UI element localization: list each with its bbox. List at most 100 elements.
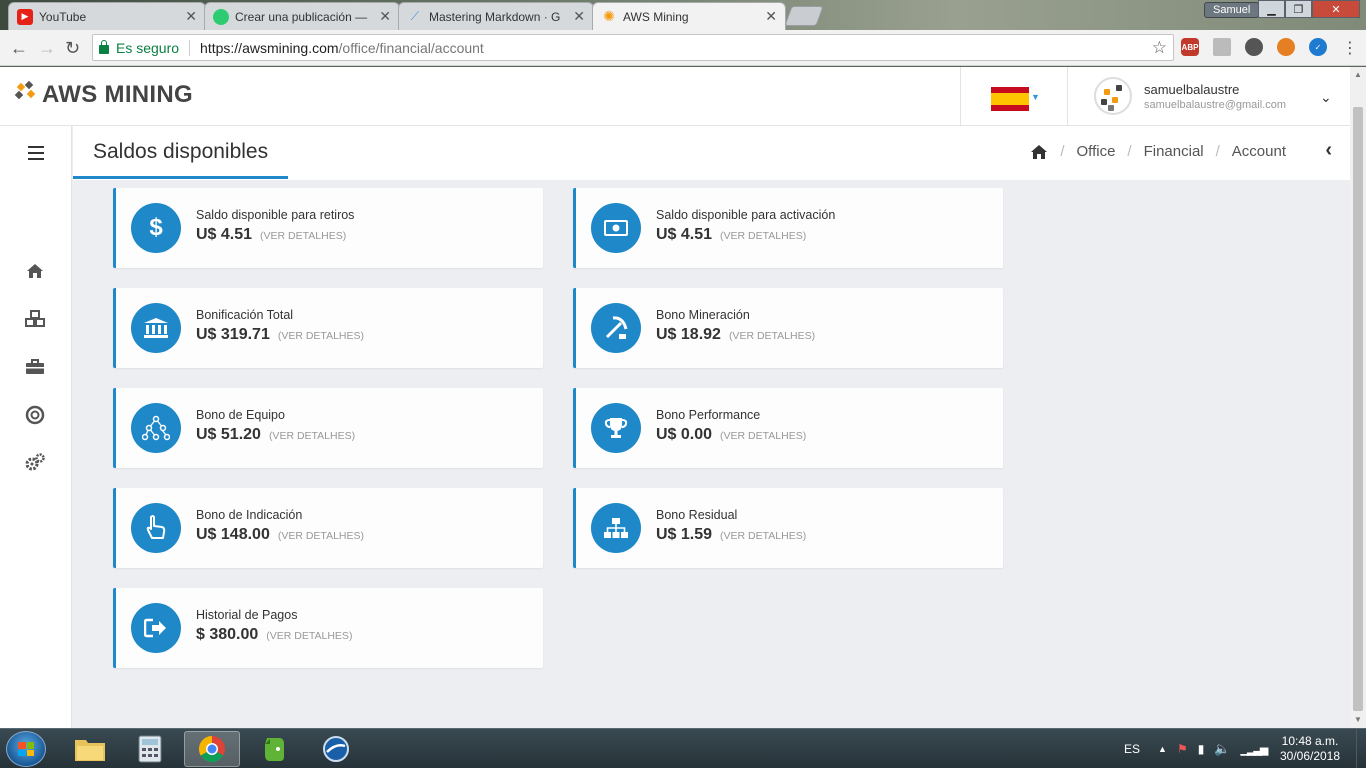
taskbar-file-explorer[interactable] bbox=[62, 731, 118, 767]
hamburger-menu-icon[interactable] bbox=[28, 146, 44, 164]
action-center-icon[interactable]: ⚑ bbox=[1177, 742, 1188, 756]
window-controls: ▁ ❐ ✕ bbox=[1258, 0, 1360, 18]
tab-crear-publicacion[interactable]: Crear una publicación — ✕ bbox=[204, 2, 400, 30]
balance-card-withdrawal: $ Saldo disponible para retiros U$ 4.51 (… bbox=[113, 188, 543, 268]
ghost-favicon-icon bbox=[213, 8, 229, 25]
tab-title: AWS Mining bbox=[623, 9, 689, 24]
tab-aws-mining[interactable]: ✺ AWS Mining ✕ bbox=[592, 2, 786, 30]
view-details-link[interactable]: (VER DETALHES) bbox=[260, 230, 346, 242]
url-host: https://awsmining.com bbox=[200, 39, 339, 56]
system-clock[interactable]: 10:48 a.m. 30/06/2018 bbox=[1270, 734, 1350, 764]
balance-card-mining-bonus: Bono Mineración U$ 18.92 (VER DETALHES) bbox=[573, 288, 1003, 368]
restore-button[interactable]: ❐ bbox=[1285, 0, 1312, 18]
taskbar-chrome[interactable] bbox=[184, 731, 240, 767]
bookmark-star-icon[interactable]: ☆ bbox=[1152, 38, 1167, 58]
balance-card-team-bonus: Bono de Equipo U$ 51.20 (VER DETALHES) bbox=[113, 388, 543, 468]
close-window-button[interactable]: ✕ bbox=[1312, 0, 1360, 18]
lock-icon bbox=[99, 40, 109, 54]
language-selector[interactable]: ▼ bbox=[960, 67, 1068, 126]
aws-mining-favicon-icon: ✺ bbox=[603, 8, 615, 24]
sidebar-item-support[interactable] bbox=[24, 404, 46, 426]
user-menu[interactable]: samuelbalaustre samuelbalaustre@gmail.co… bbox=[1094, 77, 1286, 115]
taskbar-evernote[interactable] bbox=[246, 731, 302, 767]
balance-card-referral-bonus: Bono de Indicación U$ 148.00 (VER DETALHE… bbox=[113, 488, 543, 568]
home-icon[interactable] bbox=[1030, 144, 1048, 160]
forward-arrow-icon[interactable]: → bbox=[38, 38, 56, 59]
scroll-up-arrow-icon[interactable]: ▲ bbox=[1354, 70, 1362, 79]
scroll-thumb[interactable] bbox=[1353, 107, 1363, 711]
windows-logo-icon bbox=[18, 742, 34, 756]
taskbar-network-app[interactable] bbox=[308, 731, 364, 767]
view-details-link[interactable]: (VER DETALHES) bbox=[278, 530, 364, 542]
tab-mastering-markdown[interactable]: ⟋ Mastering Markdown · G ✕ bbox=[398, 2, 594, 30]
aws-mining-logo[interactable]: AWS MINING bbox=[14, 80, 193, 109]
caret-down-icon: ▼ bbox=[1031, 92, 1040, 102]
close-tab-icon[interactable]: ✕ bbox=[573, 8, 585, 25]
address-bar[interactable]: Es seguro https://awsmining.com /office/… bbox=[92, 34, 1174, 61]
card-label: Saldo disponible para retiros bbox=[196, 208, 355, 222]
avatar bbox=[1094, 77, 1132, 115]
sidebar-item-home[interactable] bbox=[24, 260, 46, 282]
logo-text: AWS MINING bbox=[42, 81, 193, 108]
page-title-bar: Saldos disponibles / Office / Financial … bbox=[73, 126, 1350, 180]
adblock-plus-extension-icon[interactable]: ABP bbox=[1181, 38, 1199, 56]
tab-title: Mastering Markdown · G bbox=[429, 9, 561, 24]
close-tab-icon[interactable]: ✕ bbox=[185, 8, 197, 25]
card-amount: $ 380.00 bbox=[196, 626, 259, 643]
secure-indicator[interactable]: Es seguro bbox=[99, 40, 179, 56]
network-signal-icon[interactable]: ▁▂▃▅ bbox=[1241, 743, 1269, 756]
pdf-extension-icon[interactable] bbox=[1213, 38, 1231, 56]
window-user-badge[interactable]: Samuel bbox=[1204, 2, 1260, 18]
system-tray: ES ▲ ⚑ ▮ 🔈 ▁▂▃▅ bbox=[1124, 729, 1269, 768]
windows-taskbar: ES ▲ ⚑ ▮ 🔈 ▁▂▃▅ 10:48 a.m. 30/06/2018 bbox=[0, 728, 1366, 768]
view-details-link[interactable]: (VER DETALHES) bbox=[720, 430, 806, 442]
tab-youtube[interactable]: ▶ YouTube ✕ bbox=[8, 2, 206, 30]
scroll-down-arrow-icon[interactable]: ▼ bbox=[1354, 715, 1362, 724]
sidebar-item-settings[interactable] bbox=[24, 452, 46, 474]
clock-time: 10:48 a.m. bbox=[1281, 734, 1339, 748]
view-details-link[interactable]: (VER DETALHES) bbox=[266, 630, 352, 642]
chevron-down-icon[interactable]: ⌄ bbox=[1320, 89, 1332, 106]
close-tab-icon[interactable]: ✕ bbox=[379, 8, 391, 25]
view-details-link[interactable]: (VER DETALHES) bbox=[720, 230, 806, 242]
card-amount: U$ 4.51 bbox=[196, 226, 253, 243]
volume-icon[interactable]: 🔈 bbox=[1214, 741, 1230, 757]
reload-icon[interactable]: ↻ bbox=[65, 38, 80, 59]
balance-card-performance-bonus: Bono Performance U$ 0.00 (VER DETALHES) bbox=[573, 388, 1003, 468]
user-info: samuelbalaustre samuelbalaustre@gmail.co… bbox=[1144, 82, 1286, 111]
close-tab-icon[interactable]: ✕ bbox=[765, 8, 777, 25]
fire-extension-icon[interactable] bbox=[1277, 38, 1295, 56]
breadcrumb-financial[interactable]: Financial bbox=[1144, 143, 1204, 160]
taskbar-calculator[interactable] bbox=[122, 731, 178, 767]
minimize-button[interactable]: ▁ bbox=[1258, 0, 1285, 18]
sidebar-item-financial[interactable] bbox=[24, 356, 46, 378]
site-header: AWS MINING ▼ samuelbalaustre samuelbalau… bbox=[0, 67, 1350, 126]
new-tab-button[interactable] bbox=[784, 6, 824, 26]
view-details-link[interactable]: (VER DETALHES) bbox=[278, 330, 364, 342]
check-extension-icon[interactable]: ✓ bbox=[1309, 38, 1327, 56]
chevron-left-icon[interactable]: ‹ bbox=[1325, 139, 1332, 162]
github-favicon-icon: ⟋ bbox=[410, 9, 420, 23]
globe-app-icon bbox=[323, 736, 349, 762]
view-details-link[interactable]: (VER DETALHES) bbox=[720, 530, 806, 542]
clock-date: 30/06/2018 bbox=[1279, 749, 1341, 763]
title-underline bbox=[73, 176, 288, 179]
chrome-menu-icon[interactable]: ⋮ bbox=[1342, 38, 1358, 58]
card-amount: U$ 4.51 bbox=[656, 226, 713, 243]
tray-expand-icon[interactable]: ▲ bbox=[1158, 744, 1167, 754]
balance-card-total-bonus: Bonificación Total U$ 319.71 (VER DETALHE… bbox=[113, 288, 543, 368]
evernote-extension-icon[interactable] bbox=[1245, 38, 1263, 56]
sidebar-item-mining[interactable] bbox=[24, 308, 46, 330]
show-desktop-button[interactable] bbox=[1356, 729, 1366, 768]
view-details-link[interactable]: (VER DETALHES) bbox=[269, 430, 355, 442]
page-scrollbar[interactable]: ▲ ▼ bbox=[1350, 67, 1366, 728]
view-details-link[interactable]: (VER DETALHES) bbox=[729, 330, 815, 342]
power-icon[interactable]: ▮ bbox=[1198, 742, 1205, 756]
card-amount: U$ 148.00 bbox=[196, 526, 270, 543]
breadcrumb-office[interactable]: Office bbox=[1077, 143, 1116, 160]
start-button[interactable] bbox=[6, 731, 46, 767]
card-amount: U$ 51.20 bbox=[196, 426, 261, 443]
sign-out-icon bbox=[131, 603, 181, 653]
back-arrow-icon[interactable]: ← bbox=[10, 38, 28, 59]
keyboard-language[interactable]: ES bbox=[1124, 742, 1140, 756]
